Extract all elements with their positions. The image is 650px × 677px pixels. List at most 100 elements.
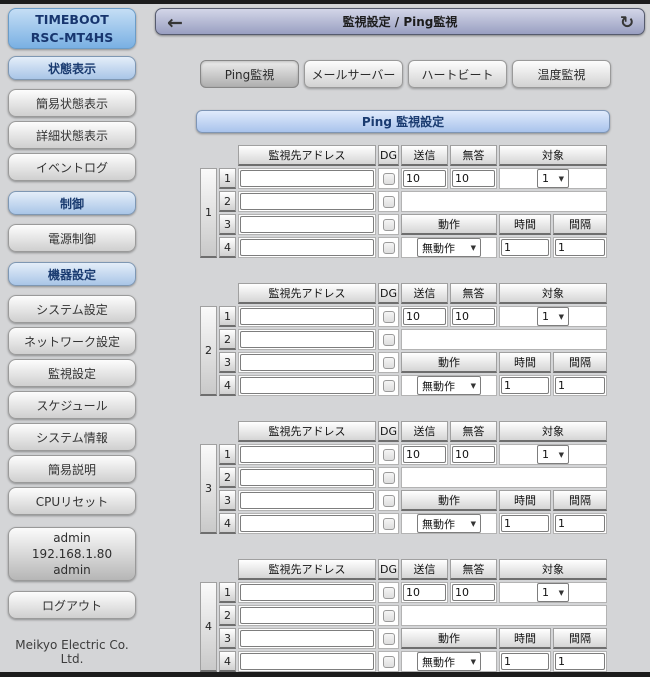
address-input[interactable] bbox=[240, 170, 374, 187]
sidebar-item-system-info[interactable]: システム情報 bbox=[8, 423, 136, 451]
sidebar-item-simple-status[interactable]: 簡易状態表示 bbox=[8, 89, 136, 117]
refresh-icon[interactable]: ↻ bbox=[612, 9, 642, 36]
sidebar-item-power-control[interactable]: 電源制御 bbox=[8, 224, 136, 252]
address-input[interactable] bbox=[240, 446, 374, 463]
dg-checkbox[interactable] bbox=[383, 633, 395, 645]
row-number: 3 bbox=[219, 352, 236, 373]
address-input[interactable] bbox=[240, 492, 374, 509]
time-input[interactable] bbox=[501, 515, 549, 532]
ping-group-table: 監視先アドレス DG 送信 無答 対象 3 1 1 ▼ 2 bbox=[198, 419, 609, 536]
interval-input[interactable] bbox=[555, 653, 605, 670]
col-header-no-answer: 無答 bbox=[450, 283, 497, 304]
address-input[interactable] bbox=[240, 239, 374, 256]
dg-checkbox[interactable] bbox=[383, 656, 395, 668]
dg-checkbox[interactable] bbox=[383, 196, 395, 208]
dg-checkbox[interactable] bbox=[383, 334, 395, 346]
table-row: 4 1 1 ▼ bbox=[200, 582, 607, 603]
logout-button[interactable]: ログアウト bbox=[8, 591, 136, 619]
col-header-send: 送信 bbox=[401, 283, 448, 304]
dg-checkbox[interactable] bbox=[383, 518, 395, 530]
sidebar-item-network-config[interactable]: ネットワーク設定 bbox=[8, 327, 136, 355]
empty-cell bbox=[401, 467, 607, 488]
interval-input[interactable] bbox=[555, 377, 605, 394]
time-input[interactable] bbox=[501, 377, 549, 394]
address-input[interactable] bbox=[240, 469, 374, 486]
dg-checkbox[interactable] bbox=[383, 380, 395, 392]
sidebar: TIMEBOOT RSC-MT4HS 状態表示簡易状態表示詳細状態表示イベントロ… bbox=[8, 8, 136, 666]
address-input[interactable] bbox=[240, 515, 374, 532]
send-count-input[interactable] bbox=[403, 308, 446, 325]
tab-ping-monitor[interactable]: Ping監視 bbox=[200, 60, 299, 88]
dg-checkbox[interactable] bbox=[383, 587, 395, 599]
action-select[interactable]: 無動作 ▼ bbox=[417, 652, 481, 671]
target-select[interactable]: 1 ▼ bbox=[537, 169, 569, 188]
page-title: 監視設定 / Ping監視 bbox=[343, 13, 458, 30]
row-number: 3 bbox=[219, 490, 236, 511]
sidebar-item-status-display[interactable]: 状態表示 bbox=[8, 56, 136, 80]
col-header-target: 対象 bbox=[499, 421, 607, 442]
address-input[interactable] bbox=[240, 308, 374, 325]
empty-cell bbox=[401, 605, 607, 626]
sidebar-item-device-config[interactable]: 機器設定 bbox=[8, 262, 136, 286]
dg-checkbox[interactable] bbox=[383, 311, 395, 323]
row-number: 4 bbox=[219, 237, 236, 258]
action-select[interactable]: 無動作 ▼ bbox=[417, 514, 481, 533]
dg-checkbox[interactable] bbox=[383, 449, 395, 461]
action-select[interactable]: 無動作 ▼ bbox=[417, 376, 481, 395]
address-input[interactable] bbox=[240, 193, 374, 210]
sidebar-item-system-config[interactable]: システム設定 bbox=[8, 295, 136, 323]
target-select[interactable]: 1 ▼ bbox=[537, 445, 569, 464]
brand-button[interactable]: TIMEBOOT RSC-MT4HS bbox=[8, 8, 136, 49]
col-header-time: 時間 bbox=[499, 352, 551, 373]
address-input[interactable] bbox=[240, 377, 374, 394]
row-number: 1 bbox=[219, 582, 236, 603]
row-number: 2 bbox=[219, 329, 236, 350]
address-input[interactable] bbox=[240, 653, 374, 670]
sidebar-item-monitor-config[interactable]: 監視設定 bbox=[8, 359, 136, 387]
address-input[interactable] bbox=[240, 584, 374, 601]
col-header-address: 監視先アドレス bbox=[238, 421, 376, 442]
dg-checkbox[interactable] bbox=[383, 472, 395, 484]
dg-checkbox[interactable] bbox=[383, 610, 395, 622]
back-icon[interactable]: ← bbox=[160, 9, 190, 36]
no-answer-count-input[interactable] bbox=[452, 170, 495, 187]
sidebar-item-cpu-reset[interactable]: CPUリセット bbox=[8, 487, 136, 515]
time-input[interactable] bbox=[501, 239, 549, 256]
col-header-time: 時間 bbox=[499, 490, 551, 511]
no-answer-count-input[interactable] bbox=[452, 584, 495, 601]
sidebar-item-schedule[interactable]: スケジュール bbox=[8, 391, 136, 419]
company-name: Meikyo Electric Co. Ltd. bbox=[8, 638, 136, 666]
no-answer-count-input[interactable] bbox=[452, 308, 495, 325]
dg-checkbox[interactable] bbox=[383, 173, 395, 185]
sidebar-nav: 状態表示簡易状態表示詳細状態表示イベントログ制御電源制御機器設定システム設定ネッ… bbox=[8, 56, 136, 515]
tab-heartbeat[interactable]: ハートビート bbox=[408, 60, 507, 88]
target-select[interactable]: 1 ▼ bbox=[537, 307, 569, 326]
interval-input[interactable] bbox=[555, 239, 605, 256]
send-count-input[interactable] bbox=[403, 446, 446, 463]
dg-checkbox[interactable] bbox=[383, 242, 395, 254]
address-input[interactable] bbox=[240, 216, 374, 233]
dg-checkbox[interactable] bbox=[383, 357, 395, 369]
no-answer-count-input[interactable] bbox=[452, 446, 495, 463]
row-number: 1 bbox=[219, 306, 236, 327]
dg-checkbox[interactable] bbox=[383, 495, 395, 507]
address-input[interactable] bbox=[240, 630, 374, 647]
tab-mail-server[interactable]: メールサーバー bbox=[304, 60, 403, 88]
send-count-input[interactable] bbox=[403, 170, 446, 187]
chevron-down-icon: ▼ bbox=[559, 313, 564, 321]
sidebar-item-event-log[interactable]: イベントログ bbox=[8, 153, 136, 181]
address-input[interactable] bbox=[240, 331, 374, 348]
sidebar-item-simple-guide[interactable]: 簡易説明 bbox=[8, 455, 136, 483]
target-select[interactable]: 1 ▼ bbox=[537, 583, 569, 602]
sidebar-item-control[interactable]: 制御 bbox=[8, 191, 136, 215]
sidebar-item-detail-status[interactable]: 詳細状態表示 bbox=[8, 121, 136, 149]
send-count-input[interactable] bbox=[403, 584, 446, 601]
time-input[interactable] bbox=[501, 653, 549, 670]
dg-checkbox[interactable] bbox=[383, 219, 395, 231]
address-input[interactable] bbox=[240, 354, 374, 371]
action-select[interactable]: 無動作 ▼ bbox=[417, 238, 481, 257]
tab-temp-monitor[interactable]: 温度監視 bbox=[512, 60, 611, 88]
interval-input[interactable] bbox=[555, 515, 605, 532]
table-row: 2 bbox=[200, 329, 607, 350]
address-input[interactable] bbox=[240, 607, 374, 624]
